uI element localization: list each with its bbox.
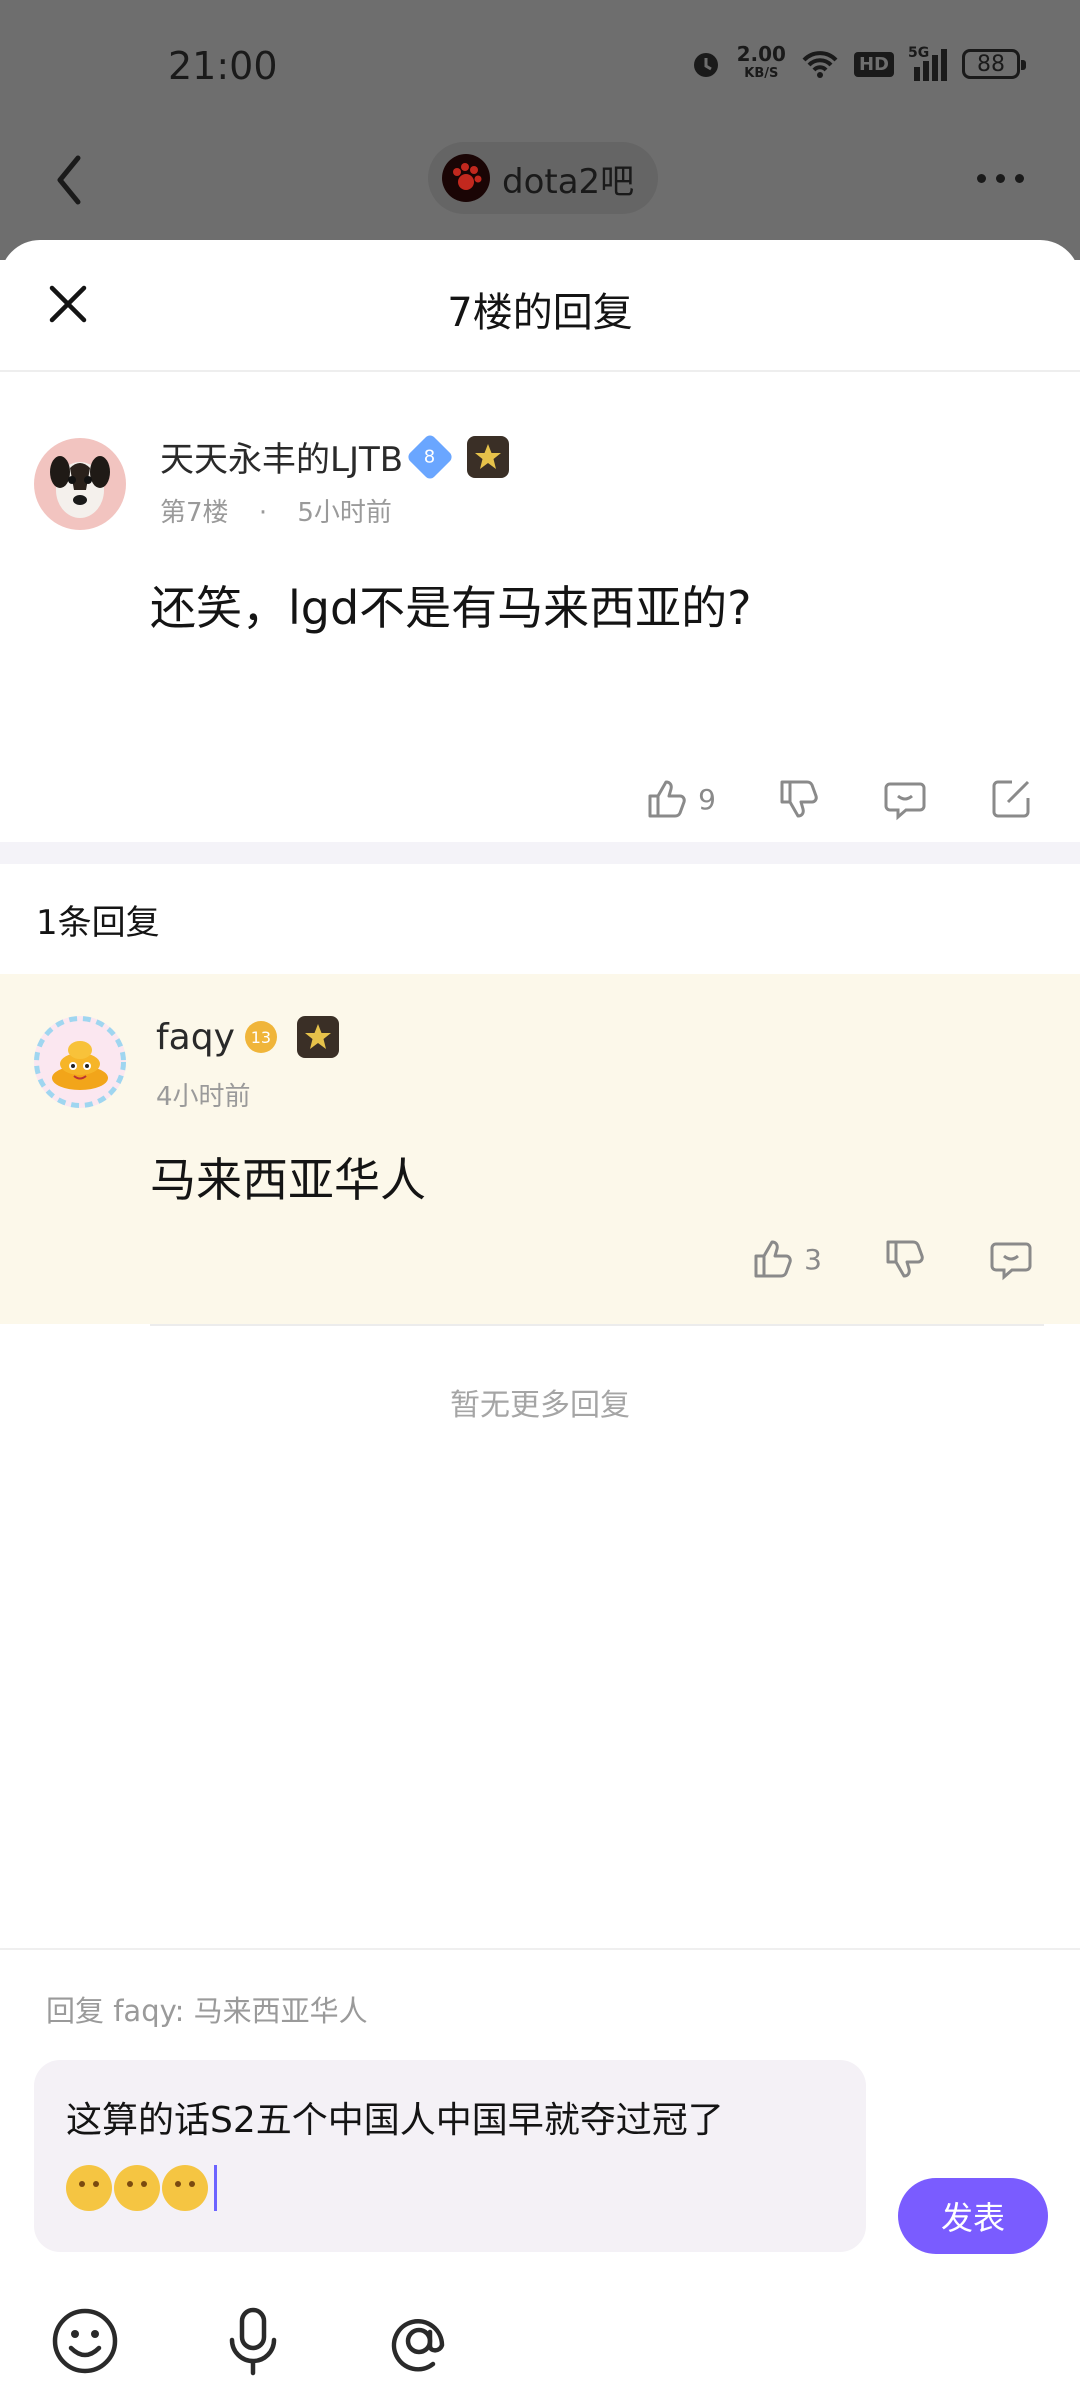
emoji-hug-icon — [114, 2165, 160, 2211]
like-count: 3 — [804, 1242, 822, 1276]
status-bar: 21:00 2.00 KB/S HD 5G 88 — [0, 0, 1080, 130]
reply-composer: 回复 faqy: 马来西亚华人 这算的话S2五个中国人中国早就夺过冠了 发表 — [0, 1948, 1080, 2402]
reply-target: 回复 faqy: 马来西亚华人 — [46, 1994, 368, 2028]
signal-icon: 5G — [908, 45, 948, 81]
section-divider — [0, 842, 1080, 864]
dislike-button[interactable] — [822, 1236, 928, 1282]
reply-content: 马来西亚华人 — [150, 1153, 426, 1207]
input-text: 这算的话S2五个中国人中国早就夺过冠了 — [66, 2100, 724, 2141]
level-badge: 8 — [406, 432, 455, 481]
signal-label: 5G — [908, 45, 930, 61]
medal-icon — [467, 435, 510, 478]
post-content: 还笑，lgd不是有马来西亚的? — [150, 581, 752, 635]
share-icon — [992, 780, 1030, 818]
meta-separator: · — [258, 498, 268, 528]
thumbs-up-icon — [754, 1240, 792, 1278]
status-time: 21:00 — [168, 44, 278, 88]
hd-badge: HD — [853, 51, 894, 77]
comment-icon — [990, 1242, 1032, 1281]
status-icons: 2.00 KB/S HD 5G 88 — [689, 44, 1026, 84]
dislike-button[interactable] — [716, 776, 822, 822]
comment-icon — [884, 782, 926, 821]
reply-item[interactable]: faqy 13 4小时前 马来西亚华人 3 — [0, 974, 1080, 1324]
thumbs-down-icon — [780, 780, 818, 818]
reply-input[interactable]: 这算的话S2五个中国人中国早就夺过冠了 — [34, 2060, 866, 2252]
alarm-icon — [693, 53, 718, 77]
sheet-title: 7楼的回复 — [447, 290, 633, 336]
floor-number: 第7楼 — [160, 498, 229, 528]
emoji-hug-icon — [162, 2165, 208, 2211]
reply-author[interactable]: faqy 13 — [156, 1016, 339, 1058]
comment-button[interactable] — [822, 776, 928, 822]
comment-button[interactable] — [928, 1236, 1034, 1282]
back-arrow-icon[interactable] — [40, 140, 100, 220]
at-mention-icon[interactable] — [380, 2302, 458, 2380]
forum-nav-bar: dota2吧 — [0, 130, 1080, 230]
share-button[interactable] — [928, 776, 1034, 822]
post-actions: 9 — [610, 776, 1034, 822]
like-button[interactable]: 9 — [610, 776, 716, 822]
like-button[interactable]: 3 — [716, 1236, 822, 1282]
forum-chip[interactable]: dota2吧 — [428, 142, 658, 214]
divider — [150, 1324, 1044, 1326]
thumbs-down-icon — [886, 1240, 924, 1278]
original-post: 天天永丰的LJTB 8 第7楼 · 5小时前 还笑，lgd不是有马来西亚的? 9 — [0, 372, 1080, 842]
reply-time: 4小时前 — [156, 1082, 251, 1112]
text-cursor — [214, 2165, 217, 2211]
level-badge: 13 — [244, 1021, 277, 1053]
net-speed: 2.00 KB/S — [737, 44, 786, 84]
reply-count: 1条回复 — [36, 902, 160, 943]
level-number: 13 — [250, 1027, 272, 1047]
more-dots-icon[interactable] — [960, 158, 1040, 198]
net-speed-unit: KB/S — [744, 66, 779, 81]
wifi-icon — [802, 51, 838, 78]
post-meta: 第7楼 · 5小时前 — [160, 492, 392, 529]
net-speed-value: 2.00 — [736, 42, 786, 66]
level-number: 8 — [424, 445, 436, 467]
battery-icon: 88 — [962, 49, 1026, 79]
microphone-icon[interactable] — [214, 2302, 292, 2380]
forum-logo-icon — [442, 154, 490, 202]
reply-actions: 3 — [716, 1236, 1034, 1282]
post-time: 5小时前 — [297, 498, 392, 528]
author-name: 天天永丰的LJTB — [160, 440, 404, 480]
forum-name: dota2吧 — [502, 161, 635, 202]
sheet-header: 7楼的回复 — [0, 240, 1080, 372]
emoji-hug-icon — [66, 2165, 112, 2211]
battery-level: 88 — [977, 51, 1005, 77]
send-button[interactable]: 发表 — [898, 2178, 1048, 2254]
emoji-icon[interactable] — [46, 2302, 124, 2380]
like-count: 9 — [698, 782, 716, 816]
thumbs-up-icon — [648, 780, 686, 818]
composer-toolbar — [0, 2290, 1080, 2390]
avatar[interactable] — [34, 1016, 126, 1108]
no-more-replies: 暂无更多回复 — [450, 1388, 630, 1423]
medal-icon — [296, 1016, 339, 1058]
avatar[interactable] — [34, 438, 126, 530]
author-name: faqy — [156, 1016, 235, 1058]
post-author[interactable]: 天天永丰的LJTB 8 — [160, 432, 510, 481]
